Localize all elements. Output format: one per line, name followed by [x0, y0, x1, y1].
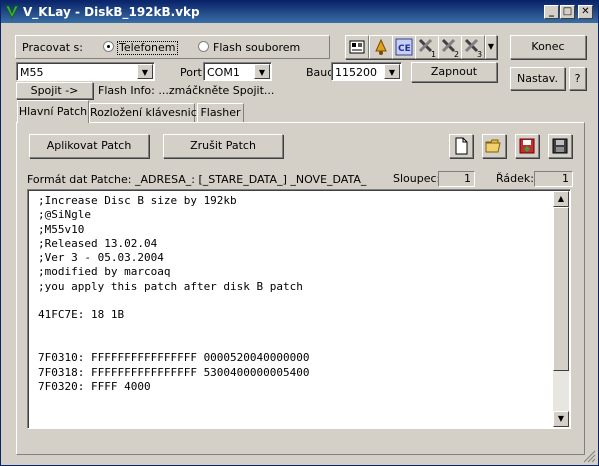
column-label: Sloupec: — [393, 172, 441, 185]
flash-info-text: Flash Info: ...zmáčkněte Spojit... — [98, 84, 275, 97]
minimize-button[interactable]: _ — [544, 5, 559, 19]
tool-3-number: 3 — [477, 50, 482, 58]
settings-button[interactable]: Nastav. — [510, 67, 565, 90]
radio-selected-dot — [107, 45, 110, 48]
scroll-up-button[interactable]: ▲ — [553, 191, 569, 207]
apply-patch-button[interactable]: Aplikovat Patch — [29, 134, 149, 158]
tool-1-number: 1 — [431, 50, 436, 58]
scroll-down-button[interactable]: ▼ — [553, 411, 569, 427]
patch-code-text[interactable]: ;Increase Disc B size by 192kb ;@SiNgle ;M… — [38, 194, 310, 394]
code-line[interactable]: 7F0310: FFFFFFFFFFFFFFFF 000052004000000… — [38, 351, 310, 365]
help-button[interactable]: ? — [569, 67, 586, 90]
tab-keyboard-layout[interactable]: Rozložení klávesnice — [89, 103, 204, 122]
radio-flash-file[interactable] — [198, 41, 209, 52]
code-line[interactable]: ;Released 13.02.04 — [38, 237, 310, 251]
patch-editor[interactable]: ;Increase Disc B size by 192kb ;@SiNgle ;M… — [27, 189, 571, 429]
main-window: V_KLay - DiskB_192kB.vkp _ □ ✕ Pracovat … — [0, 0, 599, 466]
radio-flash-file-label[interactable]: Flash souborem — [213, 41, 300, 54]
chevron-down-icon[interactable]: ▼ — [384, 64, 400, 79]
minimize-icon: _ — [549, 6, 554, 17]
code-line[interactable]: ;M55v10 — [38, 223, 310, 237]
close-icon: ✕ — [581, 6, 590, 17]
new-file-button[interactable] — [449, 134, 473, 158]
work-with-label: Pracovat s: — [22, 41, 83, 54]
save-icon — [552, 138, 568, 154]
column-value: 1 — [438, 171, 475, 187]
tool-3-icon: 3 — [464, 38, 482, 59]
maximize-icon: □ — [562, 6, 573, 17]
ce-icon-text: CE — [398, 44, 411, 54]
app-logo-icon — [5, 5, 19, 19]
bell-button[interactable] — [369, 35, 393, 59]
save-special-icon — [519, 138, 535, 154]
tab-main-patch-label: Hlavní Patch — [18, 105, 88, 118]
editor-vertical-scrollbar[interactable]: ▲ ▼ — [553, 191, 569, 427]
tool-1-icon: 1 — [418, 38, 436, 59]
chevron-down-icon[interactable]: ▼ — [254, 64, 270, 79]
radio-phone-label[interactable]: Telefonem — [117, 41, 178, 55]
enable-button[interactable]: Zapnout — [411, 62, 497, 82]
tool-2-icon: 2 — [441, 38, 459, 59]
scroll-thumb[interactable] — [553, 207, 569, 371]
save-button[interactable] — [548, 134, 572, 158]
tool-3-button[interactable]: 3 — [461, 35, 485, 59]
tool-2-number: 2 — [454, 50, 459, 58]
tools-dropdown-button[interactable]: ▼ — [485, 35, 497, 59]
connect-button[interactable]: Spojit -> — [16, 82, 93, 99]
new-file-icon — [455, 137, 468, 155]
tool-1-button[interactable]: 1 — [415, 35, 439, 59]
model-select-value: M55 — [20, 66, 44, 79]
save-as-button[interactable] — [515, 134, 539, 158]
tab-main-patch[interactable]: Hlavní Patch — [17, 100, 89, 123]
tab-keyboard-layout-label: Rozložení klávesnice — [90, 106, 204, 119]
baud-label: Baud — [306, 66, 335, 79]
code-line[interactable] — [38, 337, 310, 351]
model-select[interactable]: M55 ▼ — [16, 62, 155, 81]
scroll-up-icon: ▲ — [557, 194, 565, 203]
baud-select[interactable]: 115200 ▼ — [331, 62, 402, 81]
close-window-button[interactable]: ✕ — [578, 5, 593, 19]
maximize-button[interactable]: □ — [560, 5, 575, 19]
row-label: Řádek: — [496, 172, 534, 185]
open-folder-icon — [485, 139, 501, 153]
code-line[interactable]: 7F0318: FFFFFFFFFFFFFFFF 530040000000540… — [38, 366, 310, 380]
code-line[interactable]: ;Ver 3 - 05.03.2004 — [38, 251, 310, 265]
scroll-down-icon: ▼ — [557, 414, 565, 423]
code-line[interactable]: ;@SiNgle — [38, 208, 310, 222]
cancel-patch-button[interactable]: Zrušit Patch — [163, 134, 283, 158]
port-label: Port — [180, 66, 202, 79]
close-app-button[interactable]: Konec — [510, 35, 586, 59]
tool-2-button[interactable]: 2 — [438, 35, 462, 59]
phone-book-icon — [349, 40, 365, 54]
port-select-value: COM1 — [207, 66, 240, 79]
chevron-down-icon[interactable]: ▼ — [137, 64, 153, 79]
tab-flasher[interactable]: Flasher — [197, 103, 244, 122]
title-bar[interactable]: V_KLay - DiskB_192kB.vkp _ □ ✕ — [1, 1, 598, 23]
code-line[interactable]: ;you apply this patch after disk B patch — [38, 280, 310, 294]
bell-icon — [375, 38, 387, 55]
code-line[interactable]: ;Increase Disc B size by 192kb — [38, 194, 310, 208]
code-line[interactable]: 7F0320: FFFF 4000 — [38, 380, 310, 394]
phone-book-button[interactable] — [345, 35, 369, 59]
window-title: V_KLay - DiskB_192kB.vkp — [23, 5, 200, 19]
code-line[interactable]: ;modified by marcoaq — [38, 265, 310, 279]
radio-phone[interactable] — [103, 41, 114, 52]
tab-flasher-label: Flasher — [200, 106, 241, 119]
chevron-down-icon: ▼ — [487, 42, 495, 51]
code-line[interactable]: 41FC7E: 18 1B — [38, 308, 310, 322]
baud-select-value: 115200 — [335, 66, 377, 79]
port-select[interactable]: COM1 ▼ — [203, 62, 272, 81]
code-line[interactable] — [38, 323, 310, 337]
code-line[interactable] — [38, 294, 310, 308]
ce-icon: CE — [395, 38, 413, 56]
open-file-button[interactable] — [482, 134, 506, 158]
ce-button[interactable]: CE — [392, 35, 416, 59]
patch-format-label: Formát dat Patche: _ADRESA_: [_STARE_DAT… — [27, 173, 367, 186]
row-value: 1 — [534, 171, 573, 187]
resize-grip-icon[interactable] — [582, 449, 596, 463]
